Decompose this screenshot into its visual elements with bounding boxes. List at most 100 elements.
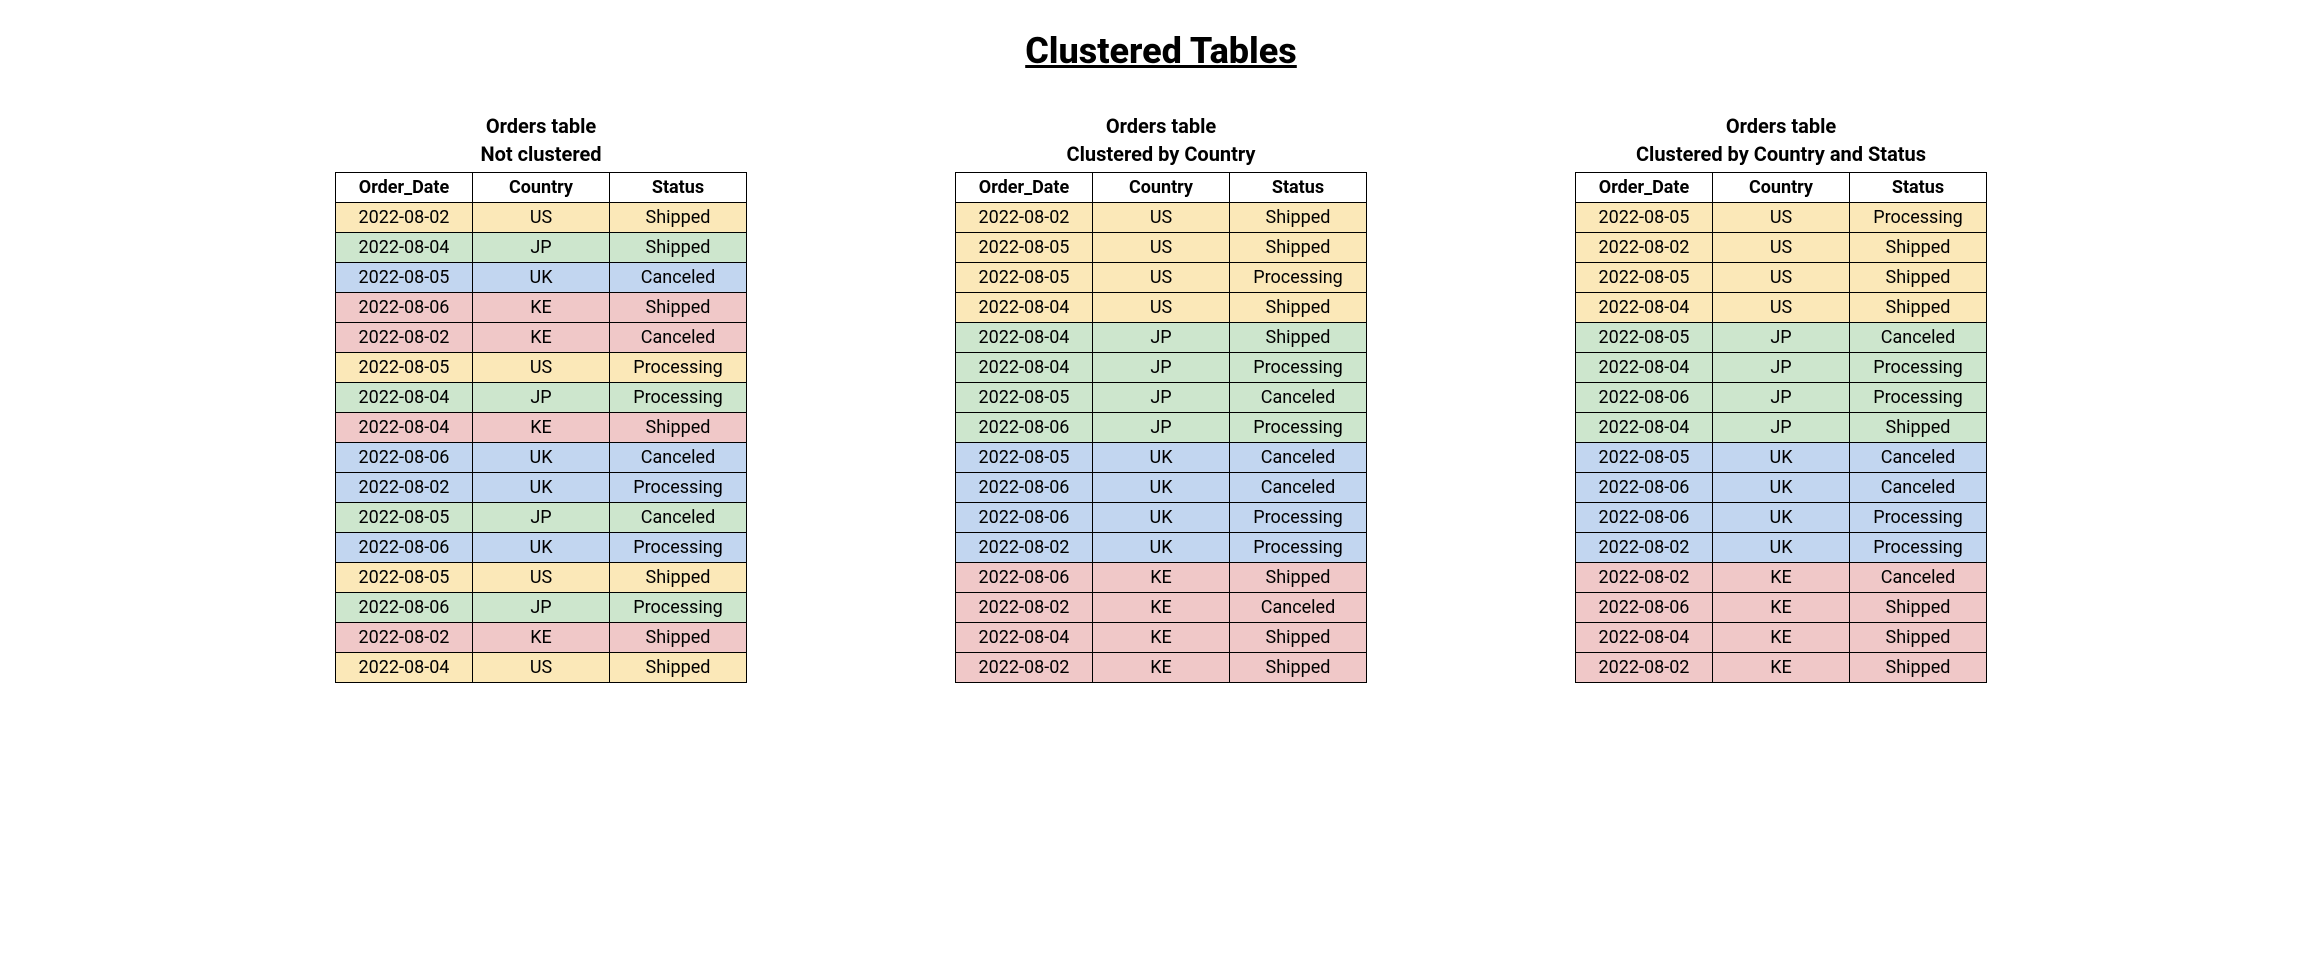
col-country: Country xyxy=(1093,173,1230,203)
cell-status: Shipped xyxy=(1850,413,1987,443)
cell-status: Processing xyxy=(1850,383,1987,413)
cell-order-date: 2022-08-06 xyxy=(336,533,473,563)
cell-country: US xyxy=(1093,293,1230,323)
table-row: 2022-08-05USShipped xyxy=(956,233,1367,263)
table-row: 2022-08-06JPProcessing xyxy=(336,593,747,623)
cell-country: JP xyxy=(1713,413,1850,443)
cell-country: US xyxy=(1093,263,1230,293)
tables-container: Orders table Not clustered Order_Date Co… xyxy=(261,112,2061,683)
cell-order-date: 2022-08-02 xyxy=(1576,233,1713,263)
cell-order-date: 2022-08-02 xyxy=(956,203,1093,233)
cell-country: KE xyxy=(1713,593,1850,623)
table-block-clustered-country-status: Orders table Clustered by Country and St… xyxy=(1575,112,1987,683)
cell-country: US xyxy=(473,563,610,593)
table-subcaption: Clustered by Country xyxy=(1067,140,1256,168)
table-row: 2022-08-04JPProcessing xyxy=(336,383,747,413)
table-row: 2022-08-02USShipped xyxy=(336,203,747,233)
table-row: 2022-08-06UKProcessing xyxy=(336,533,747,563)
table-row: 2022-08-05JPCanceled xyxy=(956,383,1367,413)
table-row: 2022-08-06UKProcessing xyxy=(956,503,1367,533)
table-block-not-clustered: Orders table Not clustered Order_Date Co… xyxy=(335,112,747,683)
table-row: 2022-08-04JPProcessing xyxy=(956,353,1367,383)
cell-country: JP xyxy=(1713,323,1850,353)
cell-country: UK xyxy=(1093,473,1230,503)
table-row: 2022-08-04USShipped xyxy=(336,653,747,683)
table-row: 2022-08-04KEShipped xyxy=(1576,623,1987,653)
cell-status: Shipped xyxy=(1850,593,1987,623)
col-country: Country xyxy=(1713,173,1850,203)
cell-country: JP xyxy=(1713,383,1850,413)
table-row: 2022-08-05JPCanceled xyxy=(1576,323,1987,353)
table-row: 2022-08-05USShipped xyxy=(1576,263,1987,293)
col-status: Status xyxy=(1850,173,1987,203)
cell-status: Shipped xyxy=(1230,203,1367,233)
cell-order-date: 2022-08-04 xyxy=(336,653,473,683)
cell-country: KE xyxy=(1713,623,1850,653)
table-row: 2022-08-06UKCanceled xyxy=(1576,473,1987,503)
table-row: 2022-08-02UKProcessing xyxy=(956,533,1367,563)
cell-order-date: 2022-08-05 xyxy=(1576,443,1713,473)
cell-country: US xyxy=(1713,203,1850,233)
cell-status: Shipped xyxy=(1850,653,1987,683)
cell-order-date: 2022-08-06 xyxy=(956,503,1093,533)
cell-order-date: 2022-08-04 xyxy=(1576,353,1713,383)
cell-order-date: 2022-08-04 xyxy=(1576,293,1713,323)
cell-order-date: 2022-08-06 xyxy=(956,473,1093,503)
cell-country: JP xyxy=(473,383,610,413)
cell-status: Canceled xyxy=(610,503,747,533)
cell-status: Processing xyxy=(1230,533,1367,563)
col-status: Status xyxy=(1230,173,1367,203)
cell-country: KE xyxy=(1093,653,1230,683)
cell-country: KE xyxy=(1093,593,1230,623)
table-row: 2022-08-05JPCanceled xyxy=(336,503,747,533)
cell-order-date: 2022-08-05 xyxy=(1576,203,1713,233)
cell-status: Processing xyxy=(1850,203,1987,233)
table-caption: Orders table xyxy=(1106,112,1216,140)
cell-country: KE xyxy=(473,413,610,443)
cell-status: Processing xyxy=(1850,353,1987,383)
cell-order-date: 2022-08-04 xyxy=(336,233,473,263)
cell-order-date: 2022-08-05 xyxy=(1576,263,1713,293)
cell-country: JP xyxy=(473,233,610,263)
cell-country: JP xyxy=(1093,413,1230,443)
cell-country: UK xyxy=(1093,503,1230,533)
cell-order-date: 2022-08-06 xyxy=(336,293,473,323)
cell-order-date: 2022-08-04 xyxy=(1576,413,1713,443)
cell-order-date: 2022-08-02 xyxy=(1576,653,1713,683)
cell-country: UK xyxy=(473,533,610,563)
cell-status: Processing xyxy=(610,533,747,563)
cell-status: Shipped xyxy=(1230,293,1367,323)
cell-country: JP xyxy=(473,593,610,623)
cell-order-date: 2022-08-05 xyxy=(336,353,473,383)
cell-status: Processing xyxy=(1230,353,1367,383)
table-row: 2022-08-02KECanceled xyxy=(1576,563,1987,593)
cell-order-date: 2022-08-04 xyxy=(956,353,1093,383)
orders-table: Order_Date Country Status 2022-08-02USSh… xyxy=(955,172,1367,683)
cell-status: Processing xyxy=(610,383,747,413)
table-row: 2022-08-04JPShipped xyxy=(336,233,747,263)
table-caption: Orders table xyxy=(486,112,596,140)
table-row: 2022-08-06UKProcessing xyxy=(1576,503,1987,533)
cell-status: Processing xyxy=(610,473,747,503)
cell-status: Canceled xyxy=(610,263,747,293)
cell-status: Shipped xyxy=(1230,323,1367,353)
cell-country: JP xyxy=(1093,353,1230,383)
cell-status: Canceled xyxy=(610,323,747,353)
cell-status: Shipped xyxy=(610,203,747,233)
orders-table: Order_Date Country Status 2022-08-05USPr… xyxy=(1575,172,1987,683)
cell-status: Processing xyxy=(610,593,747,623)
cell-status: Canceled xyxy=(1850,323,1987,353)
cell-order-date: 2022-08-02 xyxy=(1576,563,1713,593)
table-row: 2022-08-05USProcessing xyxy=(336,353,747,383)
table-row: 2022-08-05UKCanceled xyxy=(956,443,1367,473)
table-row: 2022-08-06KEShipped xyxy=(956,563,1367,593)
cell-country: KE xyxy=(1713,653,1850,683)
table-row: 2022-08-06UKCanceled xyxy=(956,473,1367,503)
col-order-date: Order_Date xyxy=(336,173,473,203)
cell-country: UK xyxy=(1093,443,1230,473)
cell-country: KE xyxy=(473,293,610,323)
cell-order-date: 2022-08-02 xyxy=(956,593,1093,623)
cell-country: JP xyxy=(473,503,610,533)
table-row: 2022-08-02USShipped xyxy=(956,203,1367,233)
cell-order-date: 2022-08-05 xyxy=(336,563,473,593)
